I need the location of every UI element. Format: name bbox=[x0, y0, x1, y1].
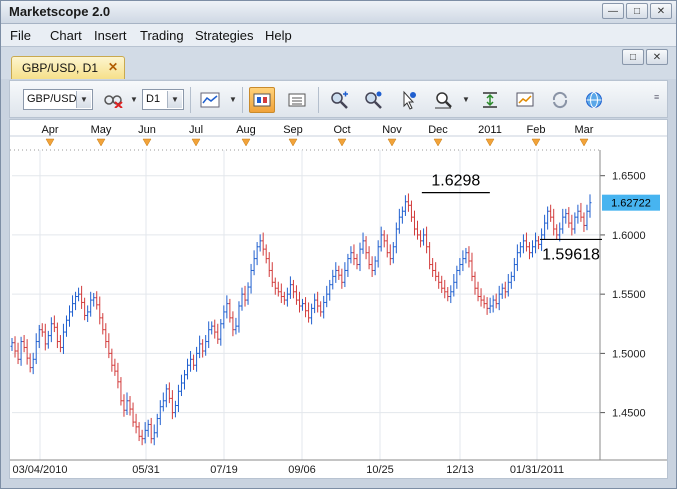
low-annotation-label: 1.59618 bbox=[542, 246, 600, 263]
market-depth-button[interactable] bbox=[284, 87, 310, 113]
toolbar-separator bbox=[242, 87, 243, 113]
month-label: Jul bbox=[189, 124, 203, 136]
close-button[interactable]: ✕ bbox=[650, 3, 672, 19]
doc-restore-button[interactable]: □ bbox=[622, 49, 644, 65]
menu-strategies[interactable]: Strategies bbox=[195, 28, 254, 43]
chart-type-icon bbox=[200, 92, 220, 108]
timeframe-value: D1 bbox=[146, 93, 161, 105]
app-window: Marketscope 2.0 — □ ✕ File Chart Insert … bbox=[0, 0, 677, 489]
magnifier-signal-icon bbox=[365, 91, 382, 109]
chart-properties-icon bbox=[516, 92, 534, 107]
y-tick-label: 1.4500 bbox=[612, 408, 646, 420]
chart-area[interactable]: Apr May Jun Jul Aug Sep Oct Nov Dec 2011 Feb Mar 1.6… bbox=[9, 119, 668, 479]
add-signal-button[interactable] bbox=[360, 87, 386, 113]
month-label: Feb bbox=[527, 124, 546, 136]
zoom-button[interactable] bbox=[430, 87, 456, 113]
chart-background bbox=[10, 120, 667, 478]
y-tick-label: 1.6500 bbox=[612, 171, 646, 183]
date-label: 01/31/2011 bbox=[510, 464, 564, 476]
chevron-down-icon[interactable]: ▼ bbox=[130, 95, 138, 104]
instrument-value: GBP/USD bbox=[27, 93, 77, 105]
y-tick-label: 1.5500 bbox=[612, 289, 646, 301]
globe-icon bbox=[586, 92, 602, 108]
buy-sell-panel-button[interactable] bbox=[249, 87, 275, 113]
date-label: 07/19 bbox=[210, 464, 238, 476]
current-price-label: 1.62722 bbox=[611, 198, 651, 210]
maximize-icon: □ bbox=[633, 6, 641, 17]
month-label: May bbox=[91, 124, 112, 136]
grid-panel-icon bbox=[288, 93, 306, 107]
fit-vertical-icon bbox=[483, 92, 497, 108]
cursor-icon bbox=[403, 90, 416, 110]
date-label: 12/13 bbox=[446, 464, 474, 476]
magnifier-plus-icon bbox=[331, 91, 348, 109]
web-button[interactable] bbox=[581, 87, 607, 113]
y-tick-label: 1.5000 bbox=[612, 348, 646, 360]
y-tick-label: 1.6000 bbox=[612, 230, 646, 242]
chart-type-button[interactable] bbox=[197, 87, 223, 113]
tab-close-icon[interactable]: ✕ bbox=[108, 60, 118, 74]
minimize-icon: — bbox=[608, 6, 618, 17]
fit-chart-button[interactable] bbox=[477, 87, 503, 113]
month-label: Aug bbox=[236, 124, 256, 136]
close-icon: ✕ bbox=[652, 52, 662, 63]
chevron-down-icon: ▼ bbox=[76, 91, 91, 108]
remove-indicator-button[interactable] bbox=[100, 87, 126, 113]
date-label: 10/25 bbox=[366, 464, 394, 476]
month-label: Jun bbox=[138, 124, 156, 136]
title-bar: Marketscope 2.0 — □ ✕ bbox=[1, 1, 676, 24]
instrument-select[interactable]: GBP/USD ▼ bbox=[23, 89, 93, 110]
toolbar-overflow-icon[interactable]: ≡ bbox=[654, 92, 659, 102]
document-tab-strip: GBP/USD, D1 ✕ □ ✕ bbox=[1, 47, 676, 79]
month-label: Oct bbox=[333, 124, 350, 136]
menu-bar: File Chart Insert Trading Strategies Hel… bbox=[1, 24, 676, 47]
timeframe-select[interactable]: D1 ▼ bbox=[142, 89, 184, 110]
restore-icon: □ bbox=[629, 52, 637, 63]
chart-tab[interactable]: GBP/USD, D1 ✕ bbox=[11, 56, 125, 79]
month-label: Apr bbox=[41, 124, 58, 136]
date-label: 09/06 bbox=[288, 464, 316, 476]
minimize-button[interactable]: — bbox=[602, 3, 624, 19]
toolbar-separator bbox=[190, 87, 191, 113]
menu-file[interactable]: File bbox=[10, 28, 31, 43]
chevron-down-icon: ▼ bbox=[167, 91, 182, 108]
menu-chart[interactable]: Chart bbox=[50, 28, 82, 43]
chart-toolbar: GBP/USD ▼ ▼ D1 ▼ ▼ ▼ ≡ bbox=[9, 80, 668, 118]
date-label: 03/04/2010 bbox=[12, 464, 67, 476]
panel-icon bbox=[253, 93, 271, 107]
app-title: Marketscope 2.0 bbox=[9, 4, 111, 19]
date-label: 05/31 bbox=[132, 464, 160, 476]
pointer-tool-button[interactable] bbox=[395, 87, 421, 113]
chevron-down-icon[interactable]: ▼ bbox=[229, 95, 237, 104]
month-label: Nov bbox=[382, 124, 402, 136]
month-label: Sep bbox=[283, 124, 303, 136]
menu-insert[interactable]: Insert bbox=[94, 28, 127, 43]
price-chart[interactable]: Apr May Jun Jul Aug Sep Oct Nov Dec 2011 Feb Mar 1.6… bbox=[10, 120, 667, 478]
month-label: 2011 bbox=[478, 124, 502, 136]
refresh-icon bbox=[552, 91, 568, 109]
chart-tab-label: GBP/USD, D1 bbox=[22, 61, 99, 75]
chart-properties-button[interactable] bbox=[512, 87, 538, 113]
close-icon: ✕ bbox=[656, 6, 666, 17]
menu-help[interactable]: Help bbox=[265, 28, 292, 43]
toolbar-separator bbox=[318, 87, 319, 113]
maximize-button[interactable]: □ bbox=[626, 3, 648, 19]
doc-close-button[interactable]: ✕ bbox=[646, 49, 668, 65]
glasses-remove-icon bbox=[104, 95, 123, 108]
month-label: Mar bbox=[575, 124, 594, 136]
high-annotation-label: 1.6298 bbox=[431, 173, 480, 190]
add-indicator-button[interactable] bbox=[326, 87, 352, 113]
month-label: Dec bbox=[428, 124, 448, 136]
refresh-button[interactable] bbox=[547, 87, 573, 113]
menu-trading[interactable]: Trading bbox=[140, 28, 184, 43]
zoom-icon bbox=[435, 92, 452, 109]
chevron-down-icon[interactable]: ▼ bbox=[462, 95, 470, 104]
